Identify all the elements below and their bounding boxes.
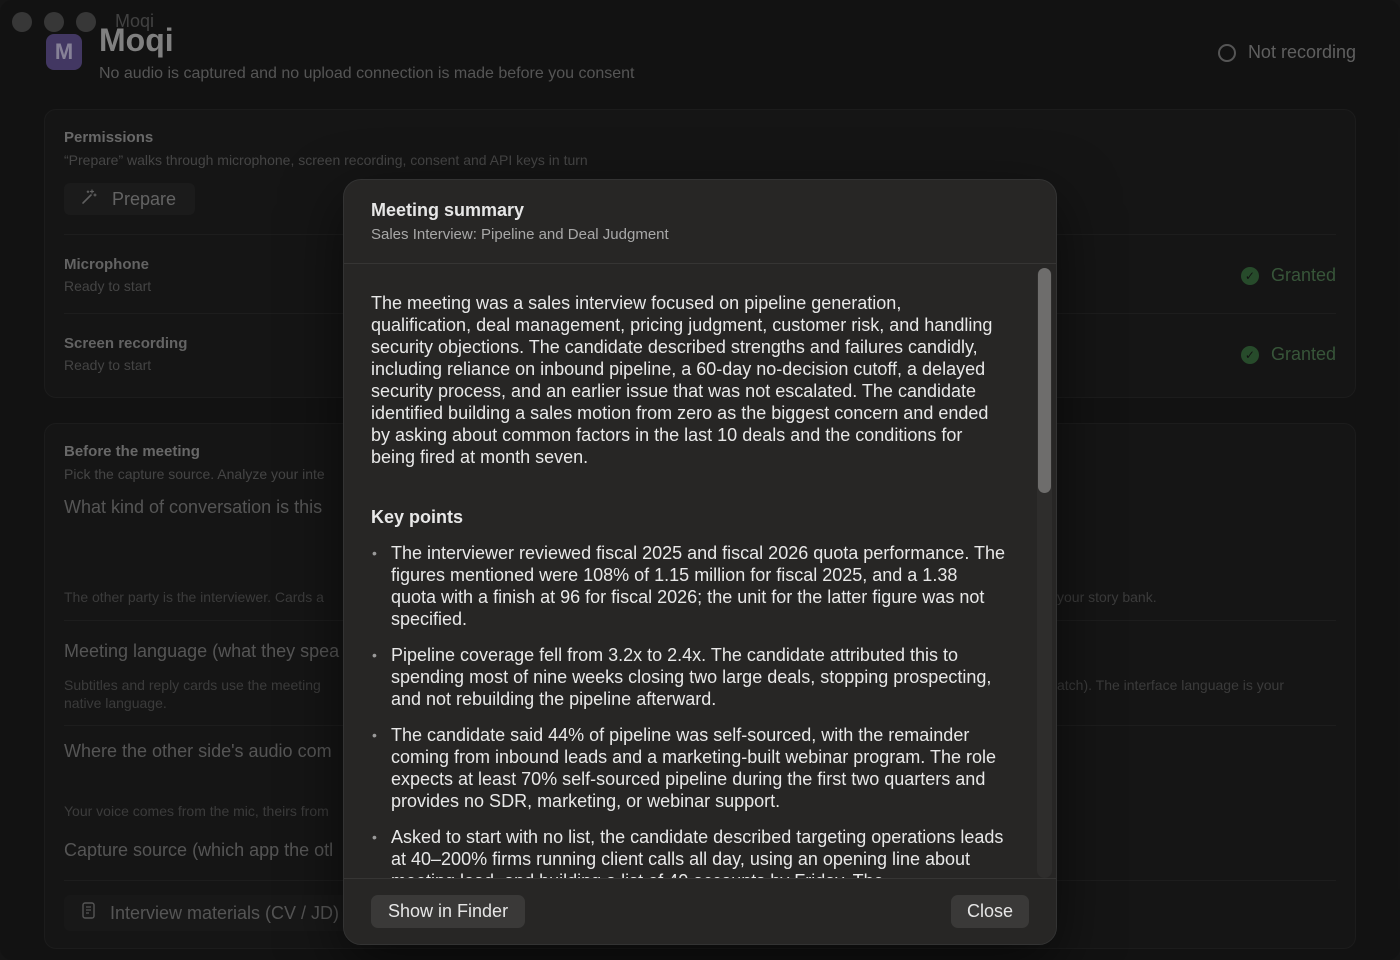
dialog-header: Meeting summary Sales Interview: Pipelin… xyxy=(344,180,1056,264)
key-points-list: The interviewer reviewed fiscal 2025 and… xyxy=(371,542,1006,880)
list-item: The candidate said 44% of pipeline was s… xyxy=(371,724,1006,812)
list-item: The interviewer reviewed fiscal 2025 and… xyxy=(371,542,1006,630)
key-points-heading: Key points xyxy=(371,507,464,527)
show-in-finder-button[interactable]: Show in Finder xyxy=(371,895,526,928)
list-item: Pipeline coverage fell from 3.2x to 2.4x… xyxy=(371,644,1006,710)
app-window: Moqi M Moqi No audio is captured and no … xyxy=(0,0,1400,960)
dialog-subtitle: Sales Interview: Pipeline and Deal Judgm… xyxy=(371,226,669,243)
summary-paragraph: The meeting was a sales interview focuse… xyxy=(371,293,993,467)
close-button[interactable]: Close xyxy=(950,895,1029,928)
scrollbar-thumb[interactable] xyxy=(1038,268,1051,493)
dialog-footer: Show in Finder Close xyxy=(344,878,1056,944)
summary-content[interactable]: The meeting was a sales interview focuse… xyxy=(344,265,1056,880)
meeting-summary-dialog: Meeting summary Sales Interview: Pipelin… xyxy=(343,179,1057,945)
dialog-title: Meeting summary xyxy=(371,200,525,220)
scrollbar[interactable] xyxy=(1037,268,1052,878)
list-item: Asked to start with no list, the candida… xyxy=(371,826,1006,880)
